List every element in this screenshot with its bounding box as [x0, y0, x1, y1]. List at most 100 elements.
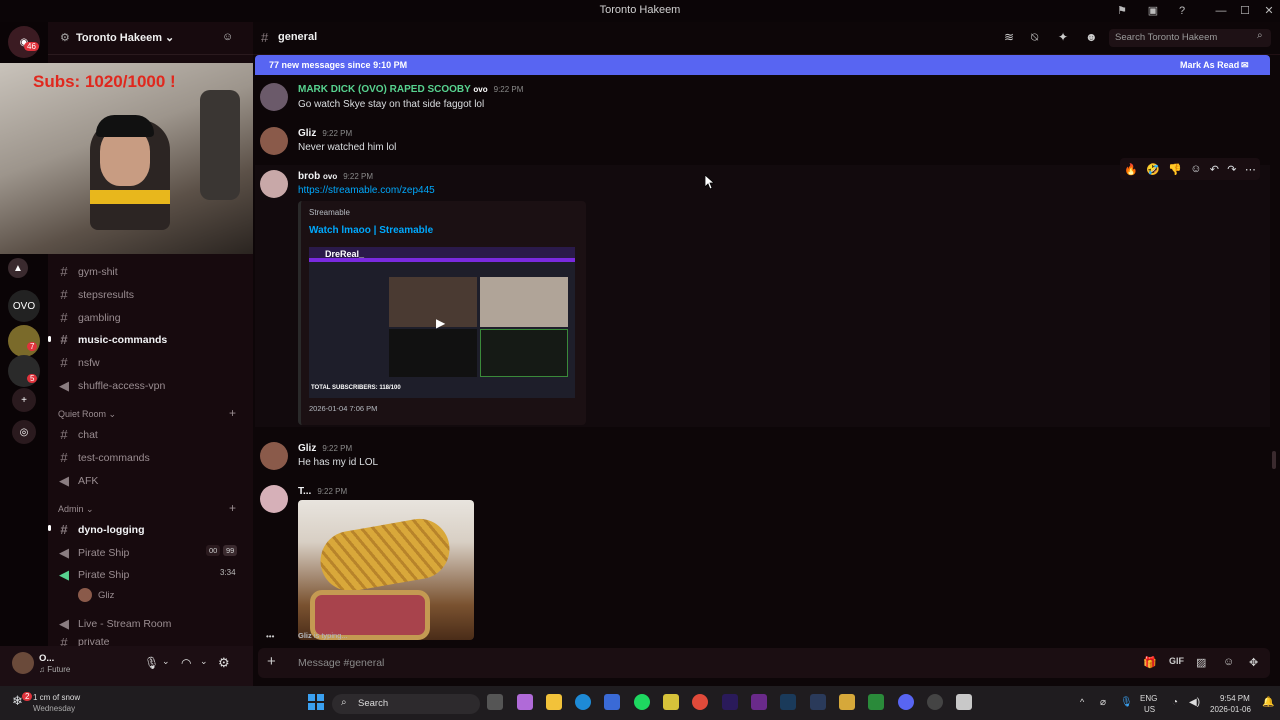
reply-icon[interactable]: ↶ [1210, 163, 1219, 176]
thumbs-down-reaction-icon[interactable]: 👎 [1168, 163, 1182, 176]
message-composer[interactable] [258, 648, 1270, 678]
message-author[interactable]: Gliz 9:22 PM [298, 443, 352, 454]
chevron-down-icon[interactable]: ⌄ [200, 656, 208, 667]
chrome-icon[interactable] [692, 694, 708, 710]
category-quiet-room[interactable]: Quiet Room ⌄ [58, 409, 116, 420]
channel-dyno-logging[interactable]: # dyno-logging [58, 522, 144, 537]
search-input[interactable]: Search Toronto Hakeem [1109, 29, 1271, 47]
microphone-icon[interactable]: 🎙 [144, 656, 159, 670]
avatar[interactable] [260, 442, 288, 470]
voice-user-gliz[interactable]: Gliz [98, 590, 114, 601]
channel-test-commands[interactable]: # test-commands [58, 450, 149, 465]
obs-icon[interactable] [927, 694, 943, 710]
spotify-icon[interactable] [634, 694, 650, 710]
app-icon[interactable] [956, 694, 972, 710]
avatar[interactable] [260, 170, 288, 198]
channel-chat[interactable]: # chat [58, 427, 97, 442]
attach-plus-icon[interactable]: + [267, 653, 276, 670]
gif-icon[interactable]: GIF [1169, 656, 1184, 666]
add-channel-icon[interactable]: + [229, 406, 236, 420]
voice-channel-live-stream-room[interactable]: ◀ Live - Stream Room [58, 616, 171, 632]
app-icon[interactable] [663, 694, 679, 710]
channel-music-commands[interactable]: # music-commands [58, 332, 167, 347]
network-icon[interactable]: ⌀ [1100, 697, 1106, 708]
add-reaction-icon[interactable]: ☺ [1190, 163, 1201, 175]
help-icon[interactable]: ? [1170, 2, 1194, 20]
close-button[interactable]: ✕ [1257, 2, 1280, 20]
warning-app-icon[interactable] [839, 694, 855, 710]
channel-gym-shit[interactable]: # gym-shit [58, 264, 117, 279]
channel-gambling[interactable]: # gambling [58, 310, 120, 325]
explore-icon[interactable]: ◎ [12, 420, 36, 444]
chevron-up-icon[interactable]: ^ [1080, 697, 1084, 707]
channel-private[interactable]: # private [58, 638, 109, 646]
voice-channel-pirate-ship[interactable]: ◀ Pirate Ship [58, 545, 129, 561]
edge-icon[interactable] [575, 694, 591, 710]
mark-as-read-button[interactable]: Mark As Read [1180, 60, 1239, 70]
avatar[interactable] [12, 652, 34, 674]
message-author[interactable]: Gliz 9:22 PM [298, 128, 352, 139]
pin-icon[interactable]: ✦ [1058, 30, 1068, 44]
category-admin[interactable]: Admin ⌄ [58, 504, 94, 515]
add-server-icon[interactable]: + [12, 388, 36, 412]
new-messages-bar[interactable]: 77 new messages since 9:10 PM Mark As Re… [255, 55, 1270, 75]
chevron-down-icon[interactable]: ⌄ [162, 656, 170, 667]
minimize-button[interactable]: — [1209, 2, 1233, 20]
copilot-icon[interactable] [517, 694, 533, 710]
add-member-icon[interactable]: ☺ [222, 31, 233, 43]
server-icon-pantheon[interactable] [8, 355, 40, 387]
channel-shuffle-access-vpn[interactable]: ◀ shuffle-access-vpn [58, 378, 165, 394]
weather-text[interactable]: 1 cm of snow [33, 693, 80, 702]
task-view-icon[interactable] [487, 694, 503, 710]
message-author[interactable]: MARK DICK (OVO) RAPED SCOOBY ovo 9:22 PM [298, 84, 523, 95]
member-list-icon[interactable]: ☻ [1085, 30, 1098, 44]
steam-icon[interactable] [780, 694, 796, 710]
apps-icon[interactable]: ✥ [1249, 656, 1258, 669]
add-channel-icon[interactable]: + [229, 501, 236, 515]
settings-gear-icon[interactable]: ⚙ [218, 655, 230, 671]
volume-icon[interactable]: ◀) [1189, 697, 1200, 708]
notepad-icon[interactable] [604, 694, 620, 710]
headphones-icon[interactable]: ◠ [181, 656, 191, 670]
fire-reaction-icon[interactable]: 🔥 [1124, 163, 1138, 176]
discord-taskbar-icon[interactable] [898, 694, 914, 710]
ovo-server-icon[interactable]: OVO [8, 290, 40, 322]
laugh-reaction-icon[interactable]: 🤣 [1146, 163, 1160, 176]
avatar[interactable] [260, 127, 288, 155]
message-author[interactable]: T... 9:22 PM [298, 486, 347, 497]
inbox-icon[interactable]: ⚑ [1110, 2, 1134, 20]
avatar[interactable] [260, 83, 288, 111]
avatar[interactable] [260, 485, 288, 513]
sticker-icon[interactable]: ▨ [1196, 656, 1206, 669]
server-icon[interactable]: ▲ [8, 258, 28, 278]
threads-icon[interactable]: ≋ [1004, 30, 1014, 44]
forward-icon[interactable]: ↷ [1227, 163, 1236, 176]
channel-afk[interactable]: ◀ AFK [58, 473, 98, 489]
premiere-icon[interactable] [722, 694, 738, 710]
notifications-icon[interactable]: 🔔 [1262, 697, 1274, 708]
taskbar-search[interactable]: Search [332, 694, 480, 714]
windows-start-icon[interactable] [308, 694, 324, 710]
message-author[interactable]: brob ovo 9:22 PM [298, 171, 373, 182]
clock-time[interactable]: 9:54 PM [1220, 694, 1250, 703]
emoji-icon[interactable]: ☺ [1223, 656, 1234, 668]
wifi-icon[interactable]: ◔ [1172, 697, 1178, 708]
inbox-tray-icon[interactable]: ▣ [1141, 2, 1165, 20]
channel-nsfw[interactable]: # nsfw [58, 355, 99, 370]
server-icon-simpsons[interactable] [8, 325, 40, 357]
message-link[interactable]: https://streamable.com/zep445 [298, 185, 435, 196]
xbox-icon[interactable] [868, 694, 884, 710]
channel-stepsresults[interactable]: # stepsresults [58, 287, 134, 302]
scrollbar-thumb[interactable] [1272, 451, 1276, 469]
language-code[interactable]: ENG [1140, 694, 1157, 703]
app-icon[interactable] [810, 694, 826, 710]
embed-title[interactable]: Watch lmaoo | Streamable [309, 225, 433, 236]
more-options-icon[interactable]: ⋯ [1245, 163, 1256, 176]
maximize-button[interactable]: ☐ [1233, 2, 1257, 20]
notification-bell-muted-icon[interactable]: ⍉ [1031, 30, 1038, 45]
play-icon[interactable]: ▶ [436, 316, 445, 330]
file-explorer-icon[interactable] [546, 694, 562, 710]
gift-icon[interactable]: 🎁 [1143, 656, 1157, 669]
server-name[interactable]: Toronto Hakeem ⌄ [76, 31, 174, 44]
microphone-tray-icon[interactable]: 🎙 [1120, 697, 1133, 708]
